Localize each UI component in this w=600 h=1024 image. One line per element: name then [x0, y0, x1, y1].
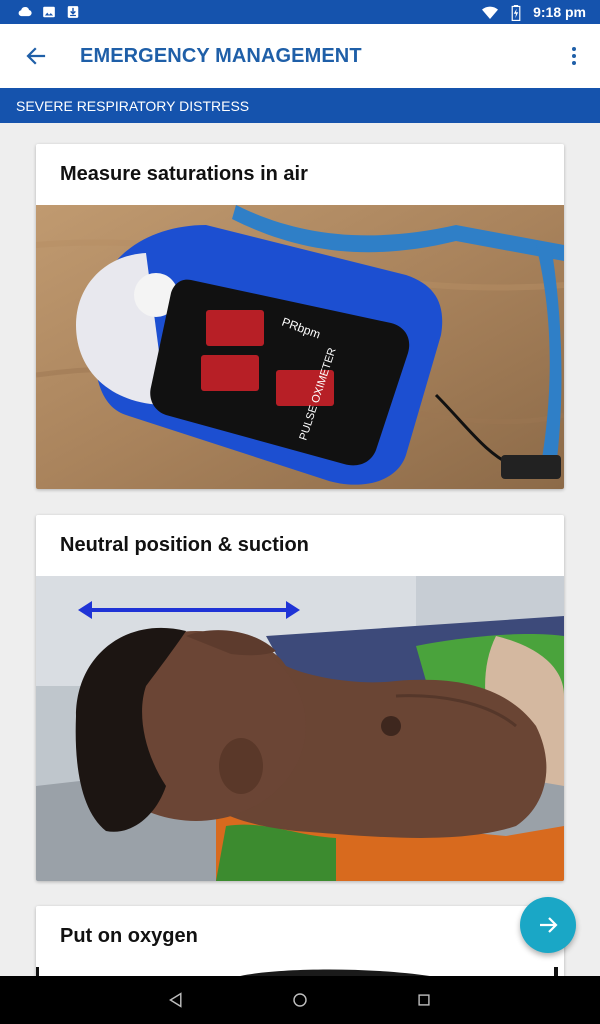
nav-recents-button[interactable] — [414, 990, 434, 1010]
pulse-oximeter-photo: PRbpm PULSE OXIMETER — [36, 205, 564, 489]
triangle-back-icon — [169, 992, 182, 1008]
card-measure-saturations[interactable]: Measure saturations in air PRbpm PULSE O… — [36, 144, 564, 489]
card-neutral-position[interactable]: Neutral position & suction — [36, 515, 564, 881]
wifi-icon — [481, 5, 499, 19]
download-icon — [66, 5, 80, 19]
card-title: Neutral position & suction — [60, 534, 309, 556]
nav-back-button[interactable] — [166, 990, 186, 1010]
image-icon — [42, 5, 56, 19]
status-system: 9:18 pm — [481, 4, 586, 21]
back-button[interactable] — [0, 24, 72, 88]
more-vert-icon — [572, 47, 576, 65]
arrow-back-icon — [26, 47, 46, 65]
square-recents-icon — [418, 994, 430, 1006]
nav-home-button[interactable] — [290, 990, 310, 1010]
oxygen-photo — [36, 967, 564, 976]
card-put-on-oxygen[interactable]: Put on oxygen — [36, 906, 564, 976]
page-title: EMERGENCY MANAGEMENT — [80, 44, 362, 67]
system-nav-bar — [0, 976, 600, 1024]
card-title: Measure saturations in air — [60, 163, 308, 185]
next-fab-button[interactable] — [520, 897, 576, 953]
arrow-forward-icon — [540, 917, 558, 933]
battery-icon — [511, 5, 521, 21]
circle-home-icon — [293, 993, 307, 1007]
status-bar: 9:18 pm — [0, 0, 600, 24]
status-notifications — [18, 5, 80, 19]
cloud-icon — [18, 5, 32, 19]
section-header: SEVERE RESPIRATORY DISTRESS — [0, 88, 600, 123]
overflow-menu-button[interactable] — [562, 44, 586, 68]
status-time: 9:18 pm — [533, 4, 586, 20]
app-bar: EMERGENCY MANAGEMENT — [0, 24, 600, 88]
card-list[interactable]: Measure saturations in air PRbpm PULSE O… — [0, 123, 600, 976]
infant-neutral-position-photo — [36, 576, 564, 881]
card-title: Put on oxygen — [60, 925, 198, 947]
